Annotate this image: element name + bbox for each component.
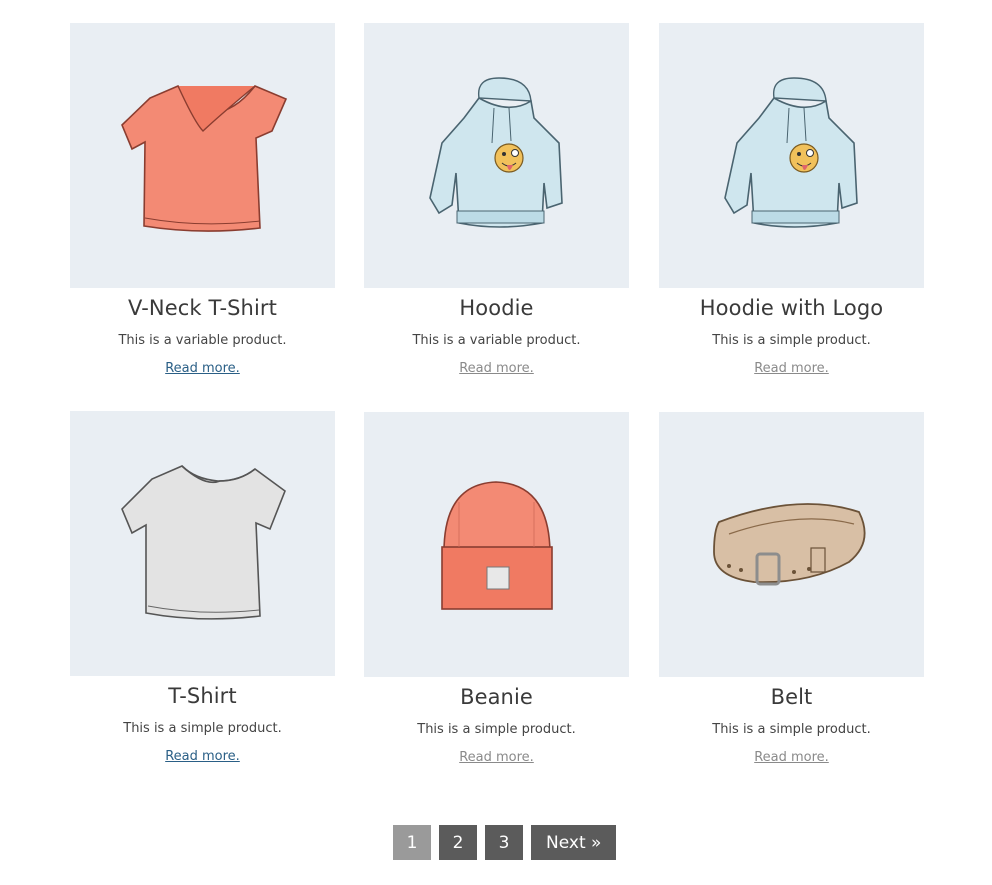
product-title[interactable]: V-Neck T-Shirt xyxy=(70,294,335,322)
product-card-hoodie-with-logo: Hoodie with Logo This is a simple produc… xyxy=(659,23,924,378)
product-title[interactable]: T-Shirt xyxy=(70,682,335,710)
page-1-button[interactable]: 1 xyxy=(393,825,431,860)
page-3-button[interactable]: 3 xyxy=(485,825,523,860)
read-more-link[interactable]: Read more. xyxy=(459,749,534,767)
product-title[interactable]: Belt xyxy=(659,683,924,711)
product-title[interactable]: Beanie xyxy=(364,683,629,711)
tshirt-illustration xyxy=(121,465,286,620)
read-more-link[interactable]: Read more. xyxy=(165,748,240,766)
product-image-beanie[interactable] xyxy=(364,412,629,677)
product-card-beanie: Beanie This is a simple product. Read mo… xyxy=(364,412,629,767)
product-description: This is a variable product. xyxy=(412,333,581,348)
product-card-vneck-tshirt: V-Neck T-Shirt This is a variable produc… xyxy=(70,23,335,378)
product-card-belt: Belt This is a simple product. Read more… xyxy=(659,412,924,767)
pagination: 1 2 3 Next » xyxy=(393,825,617,860)
page-2-button[interactable]: 2 xyxy=(439,825,477,860)
read-more-link[interactable]: Read more. xyxy=(754,360,829,378)
product-image-hoodie-with-logo[interactable] xyxy=(659,23,924,288)
next-page-button[interactable]: Next » xyxy=(531,825,617,860)
product-title[interactable]: Hoodie with Logo xyxy=(659,294,924,322)
hoodie-with-logo-illustration xyxy=(724,77,858,228)
product-description: This is a simple product. xyxy=(712,722,871,737)
product-image-tshirt[interactable] xyxy=(70,411,335,676)
belt-illustration xyxy=(713,503,866,586)
product-description: This is a simple product. xyxy=(417,722,576,737)
vneck-tshirt-illustration xyxy=(121,85,288,232)
product-card-hoodie: Hoodie This is a variable product. Read … xyxy=(364,23,629,378)
product-description: This is a simple product. xyxy=(123,721,282,736)
read-more-link[interactable]: Read more. xyxy=(754,749,829,767)
beanie-illustration xyxy=(441,481,553,610)
product-card-tshirt: T-Shirt This is a simple product. Read m… xyxy=(70,411,335,766)
product-image-vneck-tshirt[interactable] xyxy=(70,23,335,288)
hoodie-illustration xyxy=(429,77,563,228)
product-image-belt[interactable] xyxy=(659,412,924,677)
product-description: This is a simple product. xyxy=(712,333,871,348)
read-more-link[interactable]: Read more. xyxy=(459,360,534,378)
product-title[interactable]: Hoodie xyxy=(364,294,629,322)
read-more-link[interactable]: Read more. xyxy=(165,360,240,378)
product-description: This is a variable product. xyxy=(118,333,287,348)
product-image-hoodie[interactable] xyxy=(364,23,629,288)
